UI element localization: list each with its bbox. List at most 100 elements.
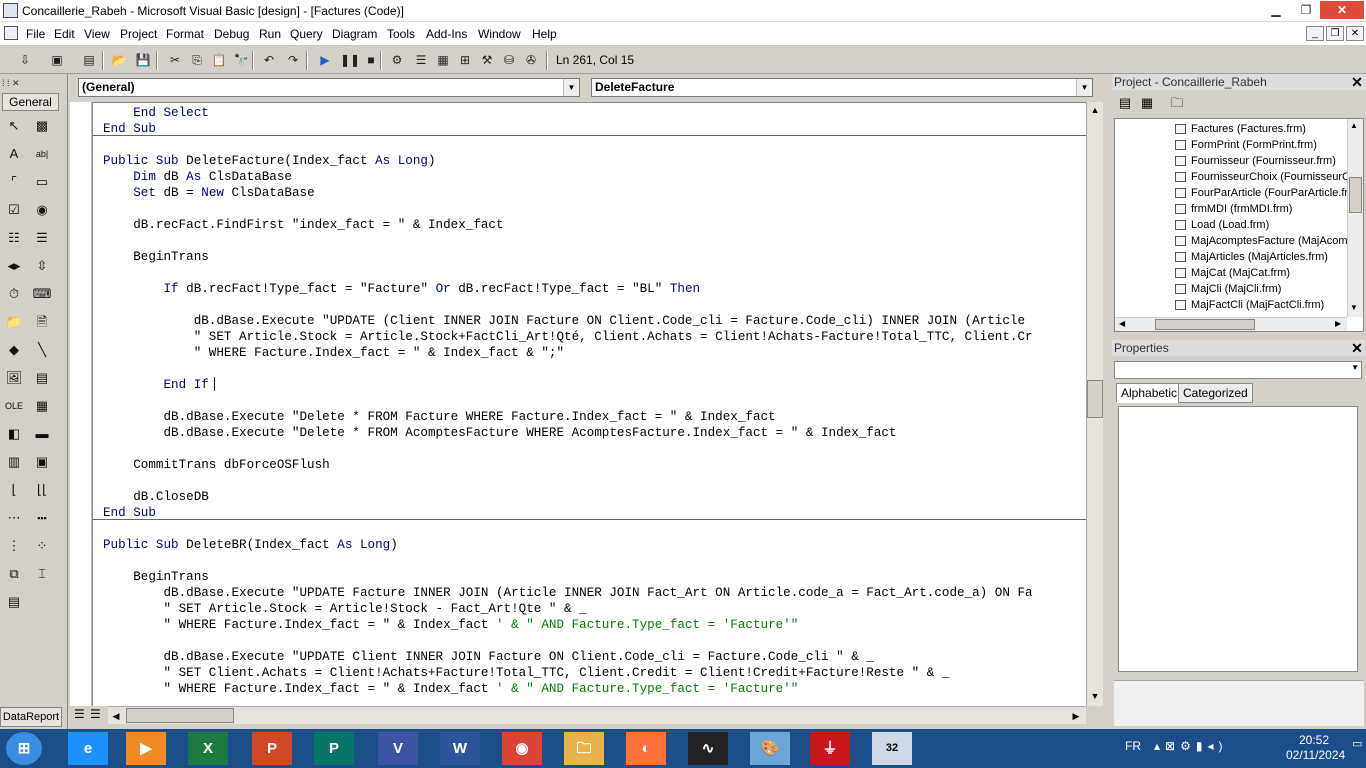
tabstrip-icon[interactable]: ⧉ <box>4 564 24 584</box>
firefox-icon[interactable]: ◐ <box>626 732 666 765</box>
mdi-minimize-button[interactable]: _ <box>1306 26 1324 41</box>
scroll-left-icon[interactable]: ◀ <box>1119 319 1125 328</box>
datagrid-icon[interactable]: ▥ <box>4 452 24 472</box>
menu-editor-icon[interactable]: ▤ <box>80 51 98 69</box>
chevron-down-icon[interactable]: ▼ <box>1351 363 1359 372</box>
project-tree-item[interactable]: frmMDI (frmMDI.frm) <box>1175 201 1292 217</box>
minimize-button[interactable]: ▁ <box>1262 1 1290 19</box>
open-icon[interactable]: 📂 <box>110 51 128 69</box>
file-explorer-icon[interactable]: 🗀 <box>564 732 604 765</box>
menu-format[interactable]: Format <box>166 27 204 41</box>
procedure-combo[interactable]: DeleteFacture ▼ <box>591 78 1093 97</box>
object-selector[interactable]: ▼ <box>1114 361 1362 379</box>
code-line[interactable]: dB.dBase.Execute "Delete * FROM Acomptes… <box>103 425 896 441</box>
filelistbox-icon[interactable]: 🗎 <box>32 312 52 332</box>
statusbar-icon[interactable]: ▤ <box>4 592 24 612</box>
procedure-view-icon[interactable]: ☰ <box>74 707 85 721</box>
picturebox-icon[interactable]: ▩ <box>32 116 52 136</box>
code-line[interactable]: CommitTrans dbForceOSFlush <box>103 457 330 473</box>
toolbox-tab-datareport[interactable]: DataReport <box>0 707 62 727</box>
line-icon[interactable]: ╲ <box>32 340 52 360</box>
frame-icon[interactable]: ⌜ <box>4 172 24 192</box>
project-tree-item[interactable]: MajArticles (MajArticles.frm) <box>1175 249 1328 265</box>
copy-icon[interactable]: ⎘ <box>188 51 206 69</box>
code-line[interactable]: dB.recFact.FindFirst "index_fact = " & I… <box>103 217 503 233</box>
rptfunction-icon[interactable]: ⁘ <box>32 536 52 556</box>
code-line[interactable]: " SET Article.Stock = Article.Stock+Fact… <box>103 329 1033 345</box>
scroll-right-icon[interactable]: ▶ <box>1335 319 1341 328</box>
code-line[interactable]: Set dB = New ClsDataBase <box>103 185 314 201</box>
code-line[interactable]: BeginTrans <box>103 249 209 265</box>
menu-file[interactable]: File <box>26 27 45 41</box>
media-player-icon[interactable]: ▶ <box>126 732 166 765</box>
mdi-restore-button[interactable]: ❐ <box>1326 26 1344 41</box>
audio-app-icon[interactable]: ∿ <box>688 732 728 765</box>
component-manager-icon[interactable]: ✇ <box>522 51 540 69</box>
project-tree-item[interactable]: FormPrint (FormPrint.frm) <box>1175 137 1317 153</box>
dirlistbox-icon[interactable]: 📁 <box>4 312 24 332</box>
scroll-thumb[interactable] <box>1087 380 1103 418</box>
rptline-icon[interactable]: ▪▪▪ <box>32 508 52 528</box>
rpttextbox-icon[interactable]: ⌊⌊ <box>32 480 52 500</box>
commandbutton-icon[interactable]: ▭ <box>32 172 52 192</box>
visio-icon[interactable]: V <box>378 732 418 765</box>
scroll-down-icon[interactable]: ▼ <box>1087 688 1103 704</box>
code-line[interactable]: " WHERE Facture.Index_fact = " & Index_f… <box>103 345 564 361</box>
datalist-icon[interactable]: ▣ <box>32 452 52 472</box>
grid-icon[interactable]: ▦ <box>32 396 52 416</box>
redo-icon[interactable]: ↷ <box>284 51 302 69</box>
acrobat-icon[interactable]: ⏚ <box>810 732 850 765</box>
close-icon[interactable]: ✕ <box>1350 74 1364 90</box>
shape-icon[interactable]: ◆ <box>4 340 24 360</box>
menu-window[interactable]: Window <box>478 27 521 41</box>
menu-edit[interactable]: Edit <box>54 27 75 41</box>
code-line[interactable]: dB.dBase.Execute "Delete * FROM Facture … <box>103 409 775 425</box>
start-icon[interactable]: ⊞ <box>6 732 42 765</box>
object-combo[interactable]: (General) ▼ <box>78 78 580 97</box>
pointer-icon[interactable]: ↖ <box>4 116 24 136</box>
code-line[interactable]: End If <box>103 377 208 393</box>
paste-icon[interactable]: 📋 <box>210 51 228 69</box>
tab-alphabetic[interactable]: Alphabetic <box>1116 383 1183 403</box>
ole-icon[interactable]: OLE <box>4 396 24 416</box>
tab-categorized[interactable]: Categorized <box>1178 383 1253 403</box>
label-icon[interactable]: A <box>4 144 24 164</box>
scroll-left-icon[interactable]: ◀ <box>108 708 124 724</box>
vertical-scrollbar[interactable]: ▲ ▼ <box>1347 119 1363 317</box>
scroll-up-icon[interactable]: ▲ <box>1350 121 1358 130</box>
project-tree-item[interactable]: MajFactCli (MajFactCli.frm) <box>1175 297 1324 313</box>
full-module-view-icon[interactable]: ☰ <box>90 707 101 721</box>
code-window-icon[interactable] <box>4 26 18 40</box>
project-explorer-icon[interactable]: ⚙ <box>388 51 406 69</box>
clock[interactable]: 20:52 02/11/2024 <box>1286 733 1345 763</box>
project-tree-item[interactable]: FournisseurChoix (FournisseurCh <box>1175 169 1356 185</box>
margin-indicator-bar[interactable] <box>70 102 92 706</box>
project-tree-item[interactable]: Load (Load.frm) <box>1175 217 1269 233</box>
image-icon[interactable]: 🖼 <box>4 368 24 388</box>
toolbox-icon[interactable]: ⚒ <box>478 51 496 69</box>
code-line[interactable]: " SET Article.Stock = Article!Stock - Fa… <box>103 601 586 617</box>
mdi-close-button[interactable]: ✕ <box>1346 26 1364 41</box>
properties-window-icon[interactable]: ☰ <box>412 51 430 69</box>
save-icon[interactable]: 💾 <box>134 51 152 69</box>
menu-debug[interactable]: Debug <box>214 27 249 41</box>
properties-grid[interactable] <box>1118 406 1358 672</box>
end-icon[interactable]: ■ <box>362 51 380 69</box>
toolbar-ctl-icon[interactable]: ⌶ <box>32 564 52 584</box>
view-code-icon[interactable]: ▤ <box>1116 94 1134 112</box>
data-view-icon[interactable]: ⛁ <box>500 51 518 69</box>
menu-tools[interactable]: Tools <box>387 27 415 41</box>
system-tray-icons[interactable]: ▴⊠⚙▮◂) <box>1154 739 1227 753</box>
code-line[interactable]: " SET Client.Achats = Client!Achats+Fact… <box>103 665 949 681</box>
code-editor[interactable]: End Select End Sub Public Sub DeleteFactur… <box>92 102 1086 706</box>
maximize-button[interactable]: ❐ <box>1292 1 1320 19</box>
horizontal-scrollbar[interactable]: ◀ ▶ <box>108 706 1086 724</box>
menu-query[interactable]: Query <box>290 27 323 41</box>
project-tree[interactable]: Factures (Factures.frm) FormPrint (FormPr… <box>1114 118 1364 332</box>
menu-run[interactable]: Run <box>259 27 281 41</box>
rptshape-icon[interactable]: ⋮ <box>4 536 24 556</box>
code-line[interactable]: Public Sub DeleteFacture(Index_fact As L… <box>103 153 436 169</box>
code-line[interactable]: End Select <box>103 105 209 121</box>
datacombo-icon[interactable]: ▬ <box>32 424 52 444</box>
close-icon[interactable]: ✕ <box>1350 340 1364 356</box>
